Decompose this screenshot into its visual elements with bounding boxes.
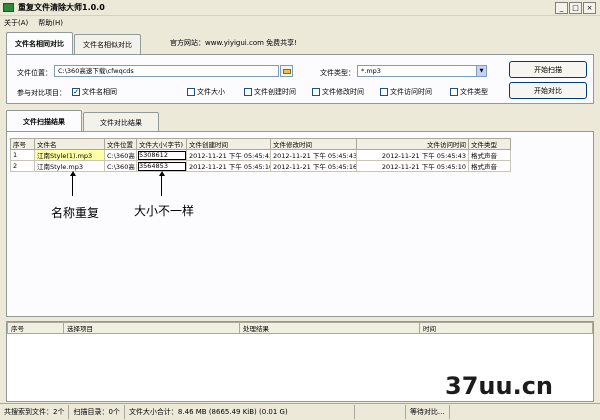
cell: 2012-11-21 下午 05:45:43 xyxy=(270,149,357,161)
checkbox-label: 文件名相同 xyxy=(82,88,117,96)
col-header[interactable]: 序号 xyxy=(10,138,35,150)
window-title: 重复文件清除大师1.0.0 xyxy=(18,3,105,12)
checkbox-type[interactable]: 文件类型 xyxy=(450,87,488,97)
checkbox-label: 文件修改时间 xyxy=(322,88,364,96)
col-header[interactable]: 处理结果 xyxy=(239,322,420,334)
status-dir-count: 扫描目录：0个 xyxy=(69,405,125,419)
col-header[interactable]: 选择项目 xyxy=(63,322,240,334)
menu-bar: 关于(A) 帮助(H) xyxy=(0,16,600,29)
checkbox-label: 文件大小 xyxy=(197,88,225,96)
result-tabs: 文件扫描结果 文件对比结果 xyxy=(6,110,160,132)
cell: 1 xyxy=(10,149,35,161)
app-icon xyxy=(3,3,14,12)
settings-panel: 文件位置： C:\360高速下载\cfwqcds 文件类型： *.mp3 ▼ 参… xyxy=(6,54,594,104)
annotation-size-different: 大小不一样 xyxy=(134,204,195,218)
title-bar: 重复文件清除大师1.0.0 xyxy=(0,0,600,16)
checkbox-box[interactable] xyxy=(450,88,458,96)
maximize-button[interactable]: □ xyxy=(569,2,582,14)
chevron-down-icon[interactable]: ▼ xyxy=(476,66,486,76)
website-text: 官方网站：www.yiyigui.com 免费共享! xyxy=(170,39,297,47)
arrow-line xyxy=(161,176,162,196)
checkbox-box[interactable] xyxy=(187,88,195,96)
tab-similar-name[interactable]: 文件名相似对比 xyxy=(74,34,141,54)
status-state: 等待对比... xyxy=(404,405,450,419)
checkbox-modified[interactable]: 文件修改时间 xyxy=(312,87,364,97)
arrow-line xyxy=(72,176,73,196)
table-header-row: 序号 选择项目 处理结果 时间 xyxy=(7,322,593,334)
checkbox-box[interactable] xyxy=(380,88,388,96)
cell: 2 xyxy=(10,160,35,172)
results-panel: 序号 文件名 文件位置 文件大小(字节) 文件创建时间 文件修改时间 文件访问时… xyxy=(6,131,594,317)
status-total-size: 文件大小合计：8.46 MB (8665.49 KiB) (0.01 G) xyxy=(125,405,355,419)
cell: 格式声音 xyxy=(468,160,511,172)
col-header[interactable]: 序号 xyxy=(7,322,64,334)
menu-help[interactable]: 帮助(H) xyxy=(38,18,63,28)
arrow-up-icon xyxy=(159,171,165,176)
browse-folder-button[interactable] xyxy=(280,65,293,77)
col-header[interactable]: 文件名 xyxy=(34,138,105,150)
tab-scan-results[interactable]: 文件扫描结果 xyxy=(6,110,82,132)
location-input[interactable]: C:\360高速下载\cfwqcds xyxy=(54,65,279,77)
tab-compare-results[interactable]: 文件对比结果 xyxy=(83,112,159,132)
checkbox-same-name[interactable]: ✓ 文件名相同 xyxy=(72,87,117,97)
table-row[interactable]: 1 江南Style(1).mp3 C:\360高 5308612 2012-11… xyxy=(10,149,511,161)
cell: 江南Style(1).mp3 xyxy=(34,149,105,161)
filetype-label: 文件类型： xyxy=(320,69,355,77)
status-file-count: 共搜索到文件：2个 xyxy=(0,405,70,419)
arrow-up-icon xyxy=(70,171,76,176)
col-header[interactable]: 文件修改时间 xyxy=(270,138,357,150)
cell: 2012-11-21 下午 05:45:43 xyxy=(356,149,469,161)
compare-label: 参与对比项目： xyxy=(17,89,66,97)
top-tabs: 文件名相同对比 文件名相似对比 xyxy=(6,32,142,54)
cell: 3564853 xyxy=(136,160,187,172)
checkbox-label: 文件类型 xyxy=(460,88,488,96)
col-header[interactable]: 文件类型 xyxy=(468,138,511,150)
checkbox-box[interactable]: ✓ xyxy=(72,88,80,96)
cell: 5308612 xyxy=(136,149,187,161)
start-scan-button[interactable]: 开始扫描 xyxy=(509,61,587,78)
menu-about[interactable]: 关于(A) xyxy=(4,18,28,28)
col-header[interactable]: 文件位置 xyxy=(104,138,137,150)
cell: 2012-11-21 下午 05:45:10 xyxy=(356,160,469,172)
col-header[interactable]: 时间 xyxy=(419,322,593,334)
cell: 2012-11-21 下午 05:45:16 xyxy=(270,160,357,172)
checkbox-size[interactable]: 文件大小 xyxy=(187,87,225,97)
cell: 格式声音 xyxy=(468,149,511,161)
filetype-value: *.mp3 xyxy=(361,67,381,75)
checkbox-created[interactable]: 文件创建时间 xyxy=(244,87,296,97)
cell: 2012-11-21 下午 05:45:10 xyxy=(186,160,271,172)
col-header[interactable]: 文件访问时间 xyxy=(356,138,469,150)
filetype-select[interactable]: *.mp3 ▼ xyxy=(357,65,487,77)
cell: 2012-11-21 下午 05:45:43 xyxy=(186,149,271,161)
col-header[interactable]: 文件创建时间 xyxy=(186,138,271,150)
minimize-button[interactable]: _ xyxy=(555,2,568,14)
close-button[interactable]: × xyxy=(583,2,596,14)
start-compare-button[interactable]: 开始对比 xyxy=(509,82,587,99)
checkbox-accessed[interactable]: 文件访问时间 xyxy=(380,87,432,97)
checkbox-box[interactable] xyxy=(244,88,252,96)
tab-same-name[interactable]: 文件名相同对比 xyxy=(6,32,73,54)
status-bar: 共搜索到文件：2个 扫描目录：0个 文件大小合计：8.46 MB (8665.4… xyxy=(0,403,600,420)
scan-results-table: 序号 文件名 文件位置 文件大小(字节) 文件创建时间 文件修改时间 文件访问时… xyxy=(10,138,511,172)
table-header-row: 序号 文件名 文件位置 文件大小(字节) 文件创建时间 文件修改时间 文件访问时… xyxy=(10,138,511,150)
location-label: 文件位置： xyxy=(17,69,52,77)
cell: C:\360高 xyxy=(104,160,137,172)
cell: C:\360高 xyxy=(104,149,137,161)
annotation-name-duplicate: 名称重复 xyxy=(51,206,100,220)
cell: 江南Style.mp3 xyxy=(34,160,105,172)
checkbox-box[interactable] xyxy=(312,88,320,96)
col-header[interactable]: 文件大小(字节) xyxy=(136,138,187,150)
table-row[interactable]: 2 江南Style.mp3 C:\360高 3564853 2012-11-21… xyxy=(10,160,511,172)
checkbox-label: 文件访问时间 xyxy=(390,88,432,96)
checkbox-label: 文件创建时间 xyxy=(254,88,296,96)
folder-icon xyxy=(282,69,291,74)
watermark: 37uu.cn xyxy=(445,372,553,400)
